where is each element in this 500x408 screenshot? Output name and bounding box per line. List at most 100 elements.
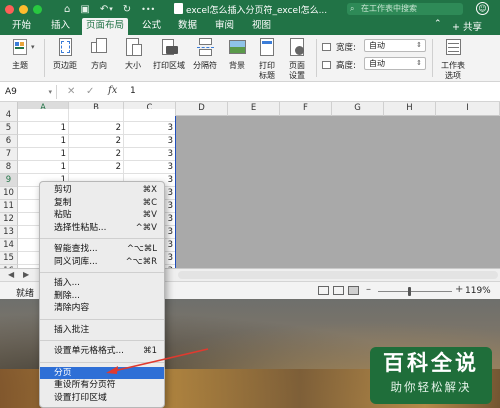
row-header[interactable]: 12 [0,213,18,226]
home-icon[interactable]: ⌂ [64,4,70,15]
menu-item[interactable]: 重设所有分页符 [40,379,164,392]
orientation-button[interactable]: 方向 [86,37,112,71]
sheet-cell[interactable]: 3 [124,161,175,173]
tab-insert[interactable]: 插入 [47,18,74,35]
print-titles-button[interactable]: 打印 标题 [254,37,280,81]
title-bar: ⌂ ▣ ↶ ▾ ↻ ••• excel怎么插入分页符_excel怎么... ⌕ … [0,0,500,18]
sheet-cell[interactable]: 3 [124,122,175,134]
sheet-cell[interactable] [69,109,124,121]
tab-view[interactable]: 视图 [248,18,275,35]
row-header[interactable]: 5 [0,122,18,135]
customize-toolbar-icon[interactable]: ••• [141,5,155,14]
margins-button[interactable]: 页边距 [50,37,80,71]
row-header[interactable]: 4 [0,109,18,122]
menu-item[interactable]: 设置打印区域 [40,392,164,405]
column-header[interactable]: D [176,102,228,116]
tab-data[interactable]: 数据 [174,18,201,35]
collapse-ribbon-chevron-icon[interactable]: ⌃ [434,19,442,29]
width-value: 自动 [369,41,385,50]
height-value: 自动 [369,59,385,68]
themes-button[interactable]: 主题 [6,37,34,71]
tab-page-layout[interactable]: 页面布局 [82,18,129,35]
print-area-button[interactable]: 打印区域 [152,37,186,71]
sheet-cell[interactable]: 1 [18,161,69,173]
menu-item[interactable]: 智能查找... ^⌥⌘L [40,243,164,256]
zoom-window-button[interactable] [33,4,42,14]
save-icon[interactable]: ▣ [80,4,89,15]
normal-view-icon[interactable] [318,286,329,295]
tab-review[interactable]: 审阅 [211,18,238,35]
confirm-entry-icon[interactable]: ✓ [86,86,94,97]
undo-icon[interactable]: ↶ [100,4,108,15]
sheet-cell[interactable]: 2 [69,148,124,160]
sheet-options-button[interactable]: 工作表 选项 [438,37,468,81]
scroll-sheets-right-icon[interactable]: ▶ [23,270,29,279]
close-window-button[interactable] [5,4,14,14]
horizontal-scrollbar[interactable] [178,271,498,279]
sheet-cell[interactable]: 3 [124,135,175,147]
row-header[interactable]: 10 [0,187,18,200]
formula-input[interactable]: 1 [130,86,136,96]
height-select[interactable]: 自动 ⇕ [364,57,426,70]
sheet-cell[interactable]: 2 [69,135,124,147]
width-select[interactable]: 自动 ⇕ [364,39,426,52]
tab-home[interactable]: 开始 [8,18,35,35]
themes-dropdown-icon[interactable]: ▾ [31,43,35,51]
menu-item[interactable]: 清除内容 [40,302,164,315]
zoom-in-button[interactable]: + [455,284,463,295]
menu-item[interactable]: 复制 ⌘C [40,197,164,210]
feedback-smiley-icon[interactable]: ☺ [476,2,489,15]
column-header[interactable]: F [280,102,332,116]
sheet-cell[interactable]: 1 [18,135,69,147]
zoom-out-button[interactable]: – [366,284,371,295]
sheet-cell[interactable]: 3 [124,148,175,160]
zoom-slider[interactable] [378,291,452,292]
tab-formulas[interactable]: 公式 [138,18,165,35]
share-button[interactable]: + 共享 [452,19,482,33]
excel-doc-icon [174,3,183,14]
column-header[interactable]: I [436,102,500,116]
row-header[interactable]: 13 [0,226,18,239]
name-box[interactable]: A9 ▾ [0,85,57,99]
page-break-preview-icon[interactable] [348,286,359,295]
menu-item[interactable]: 粘贴 ⌘V [40,209,164,222]
breaks-button[interactable]: 分隔符 [190,37,220,71]
page-setup-button[interactable]: 页面 设置 [284,37,310,81]
sheet-cell[interactable] [18,109,69,121]
menu-item-label: 同义词库... [54,256,98,267]
row-header[interactable]: 8 [0,161,18,174]
menu-item[interactable]: 删除... [40,290,164,303]
menu-item[interactable]: 插入... [40,277,164,290]
background-button[interactable]: 背景 [224,37,250,71]
column-header[interactable]: E [228,102,280,116]
row-header[interactable]: 6 [0,135,18,148]
cancel-entry-icon[interactable]: ✕ [67,86,75,97]
minimize-window-button[interactable] [19,4,28,14]
row-header[interactable]: 15 [0,252,18,265]
sheet-cell[interactable] [124,109,175,121]
insert-function-icon[interactable]: fx [108,85,117,96]
redo-icon[interactable]: ↻ [123,4,131,15]
menu-item-shortcut: ^⌥⌘R [125,256,157,267]
sheet-search-input[interactable]: ⌕ 在工作表中搜索 [347,3,463,15]
row-header[interactable]: 7 [0,148,18,161]
row-header[interactable]: 9 [0,174,18,187]
sheet-cell[interactable]: 2 [69,161,124,173]
row-header[interactable]: 14 [0,239,18,252]
undo-dropdown-icon[interactable]: ▾ [109,5,113,13]
chevron-down-icon: ▾ [48,88,52,96]
sheet-cell[interactable]: 1 [18,148,69,160]
sheet-cell[interactable]: 1 [18,122,69,134]
menu-item[interactable]: 同义词库... ^⌥⌘R [40,256,164,269]
column-header[interactable]: H [384,102,436,116]
menu-item[interactable]: 剪切 ⌘X [40,184,164,197]
page-layout-view-icon[interactable] [333,286,344,295]
sheet-cell[interactable]: 2 [69,122,124,134]
menu-item[interactable]: 插入批注 [40,324,164,337]
size-button[interactable]: 大小 [120,37,146,71]
scroll-sheets-left-icon[interactable]: ◀ [8,270,14,279]
menu-item[interactable]: 选择性粘贴... ^⌘V [40,222,164,235]
row-header[interactable]: 11 [0,200,18,213]
zoom-slider-thumb[interactable] [408,287,412,296]
column-header[interactable]: G [332,102,384,116]
